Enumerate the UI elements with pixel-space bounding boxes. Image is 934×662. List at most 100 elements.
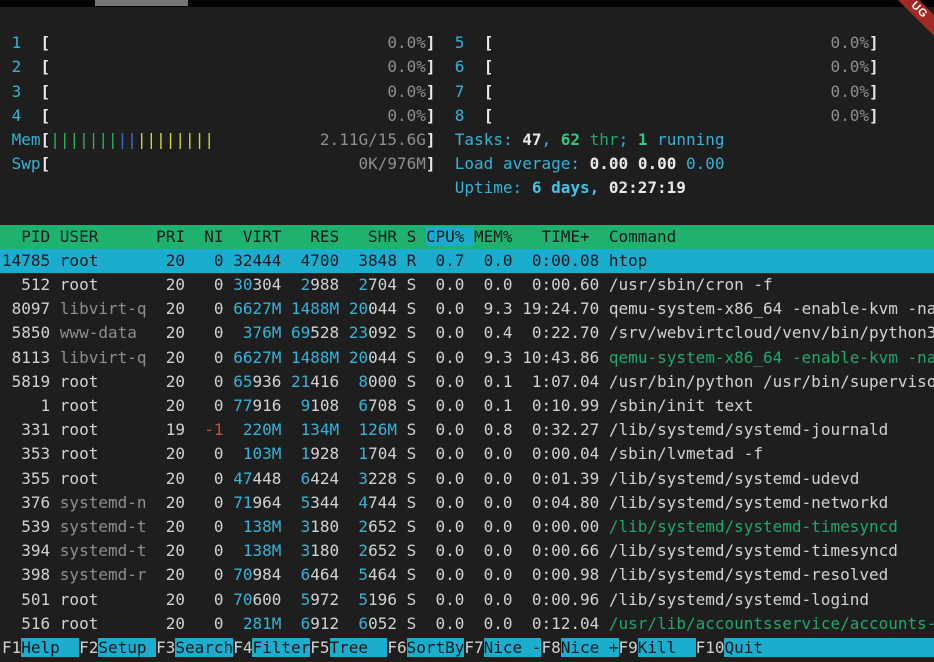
process-row-1[interactable]: 1 root 20 0 77916 9108 6708 S 0.0 0.1 0:… <box>0 394 934 418</box>
process-row-355[interactable]: 355 root 20 0 47448 6424 3228 S 0.0 0.0 … <box>0 467 934 491</box>
process-row-353[interactable]: 353 root 20 0 103M 1928 1704 S 0.0 0.0 0… <box>0 442 934 466</box>
fkey-f2[interactable]: F2Setup <box>79 638 156 657</box>
nice-cell: 0 <box>195 251 234 270</box>
user-cell: libvirt-q <box>60 299 156 318</box>
fkey-label: Filter <box>252 638 310 657</box>
fkey-f5[interactable]: F5Tree <box>310 638 387 657</box>
priority-cell: 20 <box>156 275 195 294</box>
column-header-cpu[interactable]: CPU% <box>426 227 474 246</box>
pid-cell: 539 <box>2 517 60 536</box>
meter-close-bracket: ] <box>426 57 436 76</box>
column-header-pri[interactable]: PRI <box>156 227 195 246</box>
meter-open-bracket: [ <box>41 33 51 52</box>
memory-bar-blue: || <box>118 130 137 149</box>
priority-cell: 20 <box>156 323 195 342</box>
user-cell: root <box>60 469 156 488</box>
process-row-8113[interactable]: 8113 libvirt-q 20 0 6627M 1488M 20044 S … <box>0 346 934 370</box>
column-header-ni[interactable]: NI <box>195 227 234 246</box>
state-cell: S <box>407 469 426 488</box>
cpu-meter-label: 7 <box>455 82 465 101</box>
shr-cell: 20 <box>349 348 368 367</box>
fkey-f9[interactable]: F9Kill <box>619 638 696 657</box>
process-row-512[interactable]: 512 root 20 0 30304 2988 2704 S 0.0 0.0 … <box>0 273 934 297</box>
cpu-meter-value: 0.0% <box>830 82 869 101</box>
fkey-f3[interactable]: F3Search <box>156 638 233 657</box>
column-header-shr[interactable]: SHR <box>349 227 407 246</box>
priority-cell: 20 <box>156 372 195 391</box>
pid-cell: 355 <box>2 469 60 488</box>
priority-cell: 20 <box>156 251 195 270</box>
tasks-label: Tasks: <box>455 130 522 149</box>
state-cell: S <box>407 323 426 342</box>
user-cell: root <box>60 614 156 633</box>
column-header-s[interactable]: S <box>407 227 426 246</box>
state-cell: S <box>407 541 426 560</box>
process-row-376[interactable]: 376 systemd-n 20 0 71964 5344 4744 S 0.0… <box>0 491 934 515</box>
virt-cell: 281M <box>233 614 281 633</box>
shr-cell: 3 <box>349 469 368 488</box>
fkey-f6[interactable]: F6SortBy <box>387 638 464 657</box>
command-cell: /lib/systemd/systemd-journald <box>599 420 888 439</box>
fkey-f1[interactable]: F1Help <box>2 638 79 657</box>
nice-cell: 0 <box>195 590 234 609</box>
window-top-strip <box>0 0 934 7</box>
fkey-label: SortBy <box>407 638 465 657</box>
nice-cell: 0 <box>195 275 234 294</box>
memory-bar-yellow: |||||||| <box>137 130 214 149</box>
fkey-f7[interactable]: F7Nice - <box>464 638 541 657</box>
user-cell: root <box>60 420 156 439</box>
meter-open-bracket: [ <box>41 130 51 149</box>
load-5min: 0.00 <box>638 154 686 173</box>
process-row-501[interactable]: 501 root 20 0 70600 5972 5196 S 0.0 0.0 … <box>0 588 934 612</box>
process-row-539[interactable]: 539 systemd-t 20 0 138M 3180 2652 S 0.0 … <box>0 515 934 539</box>
terminal-blank-line <box>0 201 934 225</box>
process-row-8097[interactable]: 8097 libvirt-q 20 0 6627M 1488M 20044 S … <box>0 297 934 321</box>
process-row-5819[interactable]: 5819 root 20 0 65936 21416 8000 S 0.0 0.… <box>0 370 934 394</box>
table-header-row: PID USER PRI NI VIRT RES SHR S CPU% MEM%… <box>0 225 934 249</box>
process-row-398[interactable]: 398 systemd-r 20 0 70984 6464 5464 S 0.0… <box>0 563 934 587</box>
memory-tasks-row: Mem[||||||||||||||||| 2.11G/15.6G] Tasks… <box>0 128 934 152</box>
priority-cell: 20 <box>156 469 195 488</box>
column-header-user[interactable]: USER <box>60 227 156 246</box>
fkey-f10[interactable]: F10Quit <box>696 638 934 657</box>
column-header-time[interactable]: TIME+ <box>513 227 600 246</box>
command-cell: /srv/webvirtcloud/venv/bin/python3 <box>599 323 934 342</box>
cpu-meter-label: 8 <box>455 106 465 125</box>
process-row-5850[interactable]: 5850 www-data 20 0 376M 69528 23092 S 0.… <box>0 321 934 345</box>
virt-cell: 70 <box>233 590 252 609</box>
res-cell: 134M <box>291 420 339 439</box>
res-cell: 3 <box>291 541 310 560</box>
priority-cell: 20 <box>156 444 195 463</box>
fkey-number: F9 <box>619 638 638 657</box>
process-row-516[interactable]: 516 root 20 0 281M 6912 6052 S 0.0 0.0 0… <box>0 612 934 636</box>
fkey-label: Tree <box>330 638 388 657</box>
nice-cell: -1 <box>195 420 234 439</box>
column-header-command[interactable]: Command <box>599 227 676 246</box>
command-cell: /sbin/init text <box>599 396 753 415</box>
column-header-res[interactable]: RES <box>291 227 349 246</box>
cpu-percent-cell: 0.0 <box>426 565 474 584</box>
fkey-f8[interactable]: F8Nice + <box>541 638 618 657</box>
cpu-percent-cell: 0.0 <box>426 275 474 294</box>
meter-close-bracket: ] <box>869 106 879 125</box>
process-row-14785[interactable]: 14785 root 20 0 32444 4700 3848 R 0.7 0.… <box>0 249 934 273</box>
time-cell: 0:12.04 <box>513 614 600 633</box>
column-header-mem[interactable]: MEM% <box>474 227 513 246</box>
state-cell: S <box>407 299 426 318</box>
cpu-percent-cell: 0.0 <box>426 444 474 463</box>
fkey-label: Kill <box>638 638 696 657</box>
process-row-394[interactable]: 394 systemd-t 20 0 138M 3180 2652 S 0.0 … <box>0 539 934 563</box>
res-cell: 4 <box>291 251 310 270</box>
pid-cell: 8097 <box>2 299 60 318</box>
nice-cell: 0 <box>195 396 234 415</box>
shr-cell: 5 <box>349 590 368 609</box>
user-cell: systemd-t <box>60 541 156 560</box>
meter-close-bracket: ] <box>426 82 436 101</box>
fkey-f4[interactable]: F4Filter <box>233 638 310 657</box>
time-cell: 19:24.70 <box>513 299 600 318</box>
column-header-pid[interactable]: PID <box>2 227 60 246</box>
process-row-331[interactable]: 331 root 19 -1 220M 134M 126M S 0.0 0.8 … <box>0 418 934 442</box>
window-drag-handle <box>95 0 188 6</box>
column-header-virt[interactable]: VIRT <box>233 227 291 246</box>
memory-bar-green: ||||||| <box>50 130 117 149</box>
